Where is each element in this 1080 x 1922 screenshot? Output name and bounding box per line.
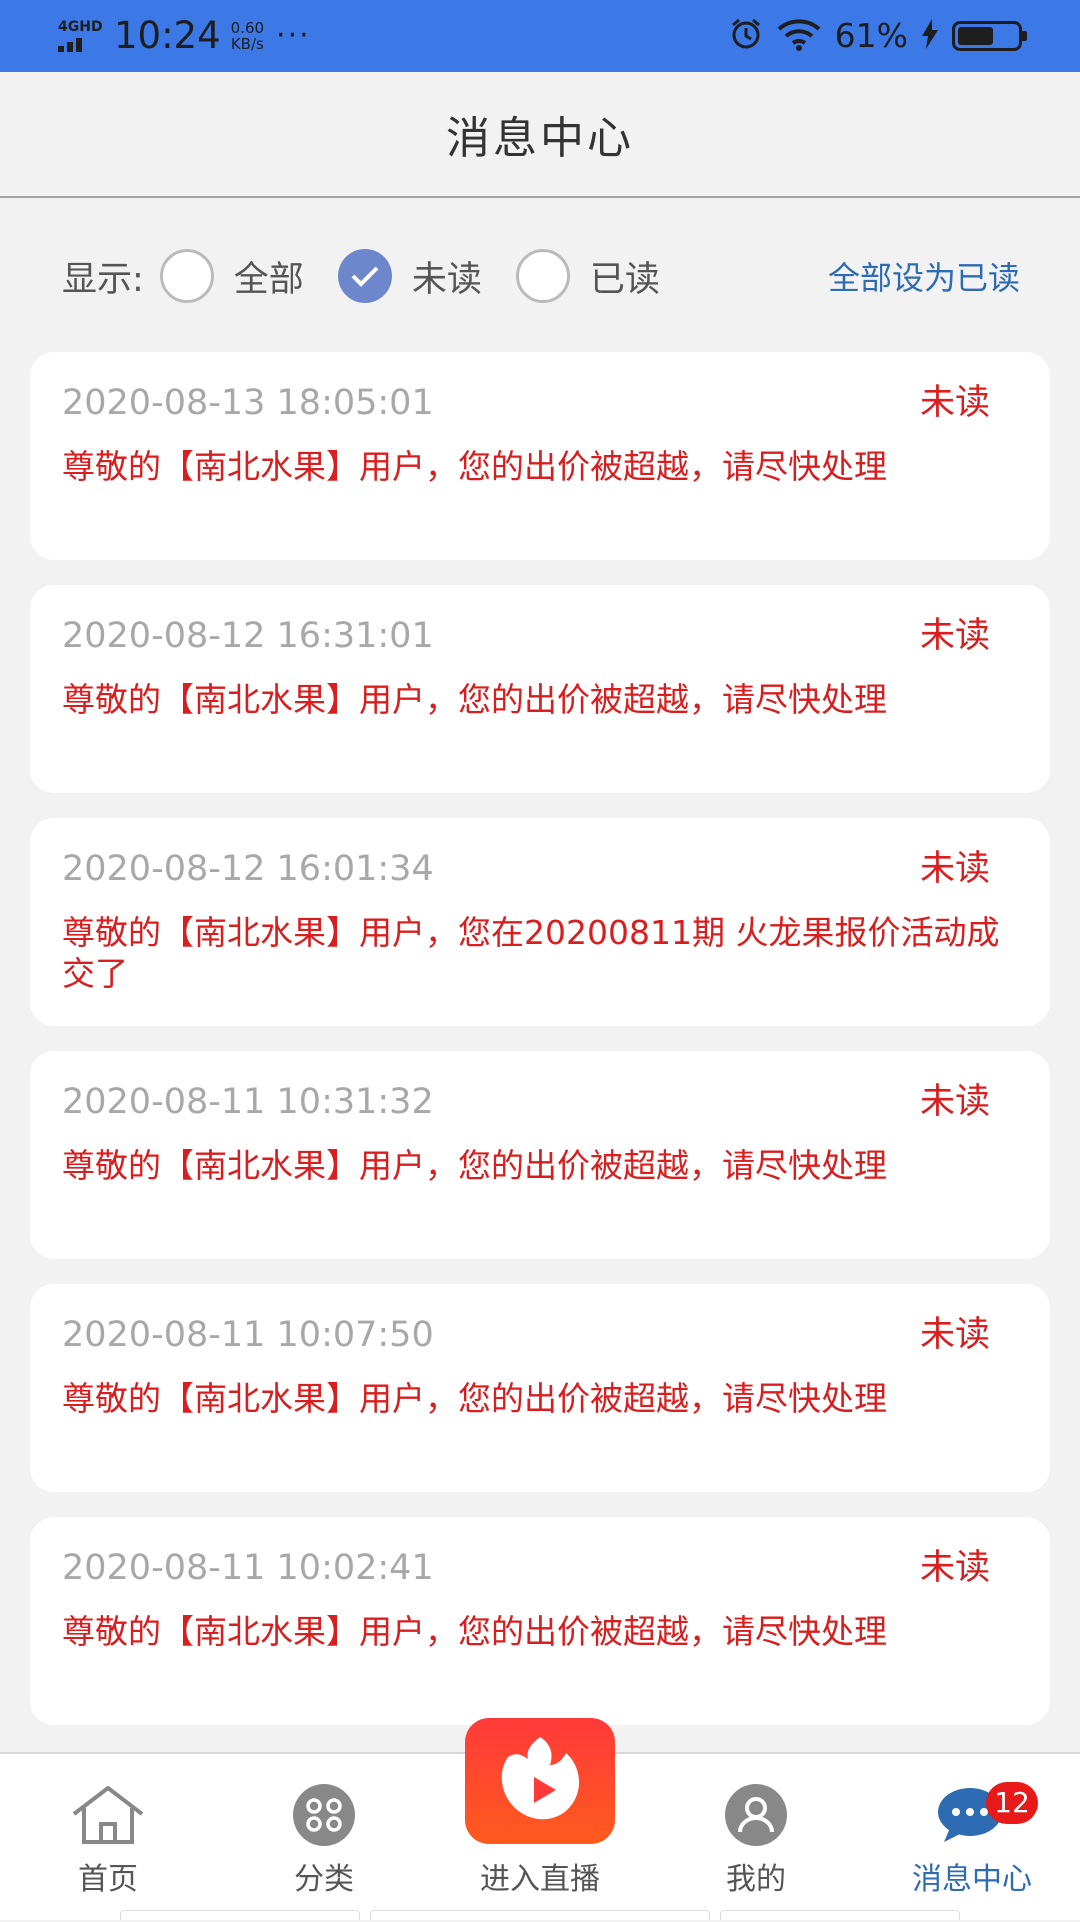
- message-time: 2020-08-11 10:02:41: [62, 1548, 434, 1588]
- battery-icon: [952, 20, 1027, 51]
- message-card[interactable]: 2020-08-11 10:07:50 未读 尊敬的【南北水果】用户，您的出价被…: [30, 1284, 1050, 1492]
- home-icon: [70, 1784, 146, 1850]
- message-status: 未读: [919, 383, 990, 423]
- radio-checked-icon[interactable]: [337, 249, 392, 303]
- radio-unchecked-icon[interactable]: [159, 249, 214, 303]
- more-notifications-icon: ···: [276, 18, 311, 53]
- battery-percent: 61%: [834, 16, 908, 55]
- message-time: 2020-08-12 16:31:01: [62, 616, 434, 656]
- nav-label: 分类: [294, 1862, 354, 1897]
- message-time: 2020-08-12 16:01:34: [62, 849, 434, 889]
- live-play-icon: [490, 1731, 590, 1831]
- message-card[interactable]: 2020-08-12 16:31:01 未读 尊敬的【南北水果】用户，您的出价被…: [30, 585, 1050, 793]
- nav-label: 消息中心: [912, 1862, 1032, 1897]
- message-text: 尊敬的【南北水果】用户，您的出价被超越，请尽快处理: [62, 1146, 887, 1185]
- message-time: 2020-08-11 10:31:32: [62, 1082, 434, 1122]
- live-button[interactable]: [465, 1718, 615, 1844]
- header: 消息中心: [0, 72, 1080, 198]
- unread-badge: 12: [986, 1782, 1038, 1824]
- user-icon: [723, 1784, 789, 1850]
- message-text: 尊敬的【南北水果】用户，您在20200811期 火龙果报价活动成交了: [62, 913, 1000, 993]
- network-indicator: 4GHD: [58, 20, 106, 52]
- filter-label: 显示:: [62, 259, 144, 300]
- message-card[interactable]: 2020-08-12 16:01:34 未读 尊敬的【南北水果】用户，您在202…: [30, 818, 1050, 1026]
- message-text: 尊敬的【南北水果】用户，您的出价被超越，请尽快处理: [62, 447, 887, 486]
- message-card[interactable]: 2020-08-11 10:31:32 未读 尊敬的【南北水果】用户，您的出价被…: [30, 1051, 1050, 1259]
- speed-value: 0.60: [230, 18, 265, 37]
- message-status: 未读: [919, 1548, 990, 1588]
- filter-option-read[interactable]: 已读: [515, 249, 660, 303]
- wifi-icon: [777, 17, 821, 55]
- nav-item-messages[interactable]: 12 消息中心: [864, 1754, 1080, 1922]
- filter-option-label: 全部: [233, 259, 304, 300]
- bottom-edge-decoration: [120, 1910, 960, 1920]
- nav-item-category[interactable]: 分类: [216, 1754, 432, 1922]
- charging-icon: [922, 18, 938, 53]
- nav-label: 进入直播: [480, 1862, 600, 1897]
- nav-label: 我的: [726, 1862, 786, 1897]
- message-time: 2020-08-13 18:05:01: [62, 383, 434, 423]
- message-text: 尊敬的【南北水果】用户，您的出价被超越，请尽快处理: [62, 1612, 887, 1651]
- alarm-icon: [729, 17, 763, 55]
- message-text: 尊敬的【南北水果】用户，您的出价被超越，请尽快处理: [62, 1379, 887, 1418]
- nav-item-home[interactable]: 首页: [0, 1754, 216, 1922]
- filter-option-label: 未读: [411, 259, 482, 300]
- category-icon: [289, 1784, 359, 1850]
- clock: 10:24: [114, 14, 221, 57]
- message-status: 未读: [919, 1082, 990, 1122]
- speed-unit: KB/s: [230, 34, 264, 53]
- page-title: 消息中心: [446, 113, 634, 164]
- radio-unchecked-icon[interactable]: [515, 249, 570, 303]
- message-list: 2020-08-13 18:05:01 未读 尊敬的【南北水果】用户，您的出价被…: [30, 352, 1050, 1750]
- filter-option-label: 已读: [589, 259, 660, 300]
- message-time: 2020-08-11 10:07:50: [62, 1315, 434, 1355]
- signal-icon: [58, 37, 106, 52]
- message-text: 尊敬的【南北水果】用户，您的出价被超越，请尽快处理: [62, 680, 887, 719]
- nav-item-mine[interactable]: 我的: [648, 1754, 864, 1922]
- message-status: 未读: [919, 1315, 990, 1355]
- message-status: 未读: [919, 616, 990, 656]
- message-status: 未读: [919, 849, 990, 889]
- message-card[interactable]: 2020-08-13 18:05:01 未读 尊敬的【南北水果】用户，您的出价被…: [30, 352, 1050, 560]
- network-label: 4GHD: [58, 18, 103, 35]
- mark-all-read-link[interactable]: 全部设为已读: [828, 253, 1020, 299]
- filter-row: 显示: 全部 未读 已读 全部设为已读: [0, 236, 1080, 316]
- message-card[interactable]: 2020-08-11 10:02:41 未读 尊敬的【南北水果】用户，您的出价被…: [30, 1517, 1050, 1725]
- status-bar: 4GHD 10:24 0.60 KB/s ··· 61%: [0, 0, 1080, 72]
- filter-option-unread[interactable]: 未读: [337, 249, 482, 303]
- network-speed: 0.60 KB/s: [231, 20, 264, 52]
- nav-label: 首页: [78, 1862, 138, 1897]
- filter-option-all[interactable]: 全部: [159, 249, 304, 303]
